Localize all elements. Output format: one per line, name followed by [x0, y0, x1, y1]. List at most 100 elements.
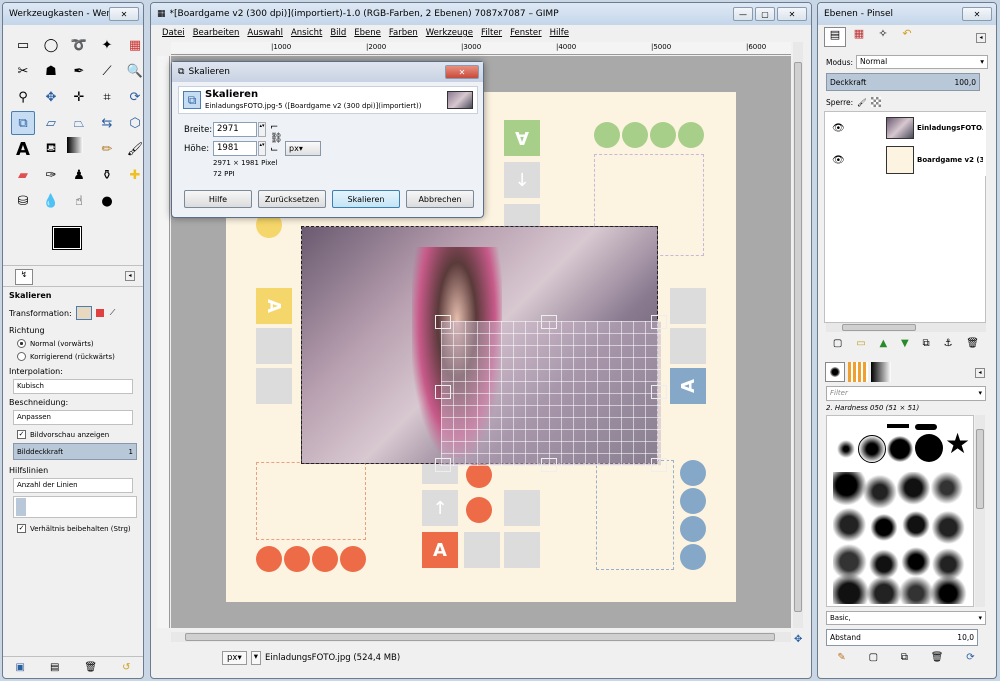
eraser-icon[interactable]: ▰ — [11, 163, 35, 187]
gradients-tab-icon[interactable] — [871, 362, 891, 382]
fuzzy-select-icon[interactable]: ✦ — [95, 33, 119, 57]
configure-tab-icon[interactable]: ◂ — [975, 368, 985, 378]
rect-select-icon[interactable]: ▭ — [11, 33, 35, 57]
scissors-icon[interactable]: ✂ — [11, 59, 35, 83]
brush-item[interactable] — [887, 424, 909, 428]
heal-icon[interactable]: ✚ — [123, 163, 143, 187]
move-icon[interactable]: ✥ — [39, 85, 63, 109]
brush-item[interactable] — [837, 440, 855, 458]
new-layer-icon[interactable]: ▢ — [833, 338, 842, 349]
lower-layer-icon[interactable]: ▼ — [901, 338, 909, 349]
delete-layer-icon[interactable]: 🗑 — [966, 338, 979, 349]
guides-select[interactable]: Anzahl der Linien — [13, 478, 133, 493]
close-icon[interactable]: ✕ — [962, 7, 992, 21]
guides-count-field[interactable] — [13, 496, 137, 518]
clone-icon[interactable]: ⚱ — [95, 163, 119, 187]
brushes-tab-icon[interactable] — [825, 362, 845, 382]
duplicate-layer-icon[interactable]: ⧉ — [923, 338, 930, 349]
align-icon[interactable]: ✛ — [67, 85, 91, 109]
width-input[interactable]: 2971 — [213, 122, 257, 137]
paintbrush-icon[interactable]: 🖌 — [123, 137, 143, 161]
pencil-icon[interactable]: ✏ — [95, 137, 119, 161]
lasso-icon[interactable]: ➰ — [67, 33, 91, 57]
configure-tab-icon[interactable]: ◂ — [976, 33, 986, 43]
unit-dropdown[interactable]: px▾ — [285, 141, 321, 156]
tool-options-tab[interactable]: ↯ — [15, 269, 33, 285]
menu-farben[interactable]: Farben — [385, 28, 422, 38]
brush-filter-input[interactable]: Filter ▾ — [826, 386, 986, 401]
keep-aspect-checkbox[interactable]: ✓ — [17, 524, 26, 533]
text-icon[interactable]: A — [11, 137, 35, 161]
cage-icon[interactable]: ⬡ — [123, 111, 143, 135]
radio-corrective[interactable] — [17, 352, 26, 361]
clipping-select[interactable]: Anpassen — [13, 410, 133, 425]
edit-brush-icon[interactable]: ✎ — [837, 652, 845, 663]
eye-icon[interactable]: 👁 — [832, 155, 852, 166]
patterns-tab-icon[interactable] — [848, 362, 868, 382]
layers-titlebar[interactable]: Ebenen - Pinsel ✕ — [818, 3, 996, 25]
configure-tab-icon[interactable]: ◂ — [125, 271, 135, 281]
brush-item[interactable] — [915, 424, 937, 430]
brush-item[interactable] — [858, 435, 886, 463]
transform-path-icon[interactable]: ⟋ — [110, 308, 116, 318]
scale-preview-grid[interactable] — [435, 315, 667, 472]
interpolation-select[interactable]: Kubisch — [13, 379, 133, 394]
layer-row-photo[interactable]: 👁 EinladungsFOTO.jp — [826, 112, 986, 144]
spacing-slider[interactable]: Abstand 10,0 — [826, 629, 978, 646]
scale-handle[interactable] — [651, 385, 667, 399]
help-button[interactable]: Hilfe — [184, 190, 252, 208]
refresh-brushes-icon[interactable]: ⟳ — [966, 652, 974, 663]
reset-button[interactable]: Zurücksetzen — [258, 190, 326, 208]
close-icon[interactable]: ✕ — [445, 65, 479, 79]
color-select-icon[interactable]: ▦ — [123, 33, 143, 57]
layers-tab-icon[interactable]: ▤ — [824, 27, 846, 47]
flip-icon[interactable]: ⇆ — [95, 111, 119, 135]
menu-bild[interactable]: Bild — [326, 28, 350, 38]
menu-filter[interactable]: Filter — [477, 28, 506, 38]
dodge-burn-icon[interactable]: ● — [95, 189, 119, 213]
chain-link-icon[interactable]: ⌐ ⛓ ⌙ — [270, 122, 283, 155]
menu-bearbeiten[interactable]: Bearbeiten — [189, 28, 244, 38]
raise-layer-icon[interactable]: ▲ — [879, 338, 887, 349]
scale-handle[interactable] — [435, 385, 451, 399]
scale-handle[interactable] — [651, 315, 667, 329]
opacity-slider[interactable]: Bilddeckkraft 1 — [13, 443, 137, 460]
perspective-clone-icon[interactable]: ⛁ — [11, 189, 35, 213]
preview-checkbox[interactable]: ✓ — [17, 430, 26, 439]
shear-icon[interactable]: ▱ — [39, 111, 63, 135]
vertical-ruler[interactable] — [157, 56, 170, 628]
menu-werkzeuge[interactable]: Werkzeuge — [422, 28, 477, 38]
delete-options-icon[interactable]: 🗑 — [84, 662, 97, 673]
scale-handle[interactable] — [435, 458, 451, 472]
duplicate-brush-icon[interactable]: ⧉ — [901, 652, 908, 663]
menu-auswahl[interactable]: Auswahl — [243, 28, 287, 38]
star-brush-icon[interactable]: ★ — [945, 430, 970, 458]
scale-handle[interactable] — [651, 458, 667, 472]
undo-tab-icon[interactable]: ↶ — [896, 27, 918, 47]
delete-brush-icon[interactable]: 🗑 — [931, 652, 944, 663]
horizontal-scrollbar[interactable] — [171, 632, 791, 642]
airbrush-icon[interactable]: ✑ — [39, 163, 63, 187]
close-icon[interactable]: ✕ — [109, 7, 139, 21]
foreground-select-icon[interactable]: ☗ — [39, 59, 63, 83]
dialog-titlebar[interactable]: ⧉ Skalieren ✕ — [172, 62, 483, 82]
blur-icon[interactable]: 💧 — [39, 189, 63, 213]
ellipse-select-icon[interactable]: ◯ — [39, 33, 63, 57]
height-input[interactable]: 1981 — [213, 141, 257, 156]
horizontal-ruler[interactable]: |1000 |2000 |3000 |4000 |5000 |6000 — [171, 42, 791, 55]
bucket-fill-icon[interactable]: ⛾ — [39, 137, 63, 161]
paths-icon[interactable]: ✒ — [67, 59, 91, 83]
zoom-select[interactable]: ▾ — [250, 651, 261, 665]
paths-tab-icon[interactable]: ✧ — [872, 27, 894, 47]
brush-item[interactable] — [915, 434, 943, 462]
scale-icon[interactable]: ⧉ — [11, 111, 35, 135]
minimize-icon[interactable]: — — [733, 7, 753, 21]
menu-datei[interactable]: Datei — [158, 28, 189, 38]
reset-options-icon[interactable]: ↺ — [122, 662, 130, 673]
anchor-icon[interactable]: ⚓ — [944, 338, 953, 349]
scale-handle[interactable] — [541, 315, 557, 329]
mode-select[interactable]: Normal ▾ — [856, 55, 989, 69]
gradient-icon[interactable] — [67, 137, 83, 153]
zoom-icon[interactable]: 🔍 — [123, 59, 143, 83]
transform-layer-icon[interactable] — [75, 306, 92, 320]
